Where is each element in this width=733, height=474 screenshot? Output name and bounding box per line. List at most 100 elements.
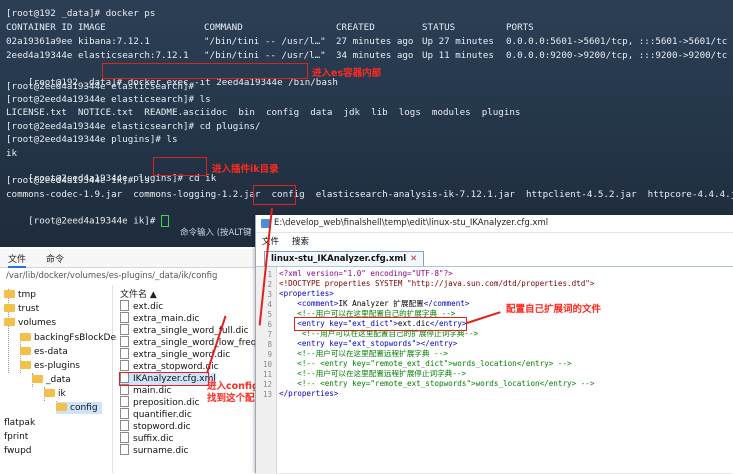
tree-item-ik[interactable]: ik <box>44 388 66 400</box>
highlight-box <box>153 157 207 176</box>
tree-label: fwupd <box>4 446 32 456</box>
code-text: IK Analyzer 扩展配置 <box>338 299 424 308</box>
terminal-line: [root@2eed4a19344e ik]# <box>6 203 169 227</box>
terminal-line: [root@2eed4a19344e plugins]# ls <box>6 134 178 145</box>
highlight-box <box>119 372 209 386</box>
code-line: <?xml version="1.0" encoding="UTF-8"?> <box>279 269 453 278</box>
code-line: </properties> <box>279 389 339 398</box>
line-number: 10 <box>262 360 272 369</box>
cell: Up 11 minutes <box>422 50 494 61</box>
code-tag: <entry key="ext_stopwords"> <box>279 339 421 348</box>
tree-connector <box>8 289 9 373</box>
terminal-table-row: 2eed4a19344e elasticsearch:7.12.1 "/bin/… <box>6 50 733 62</box>
path-bar[interactable]: /var/lib/docker/volumes/es-plugins/_data… <box>6 271 217 281</box>
editor-annotation: 配置自己扩展词的文件 <box>506 304 602 315</box>
editor-tab-label: linux-stu_IKAnalyzer.cfg.xml <box>271 254 407 264</box>
tree-item-backingfsblockdev[interactable]: backingFsBlockDe <box>20 332 116 344</box>
cell: 34 minutes ago <box>336 50 414 61</box>
col-image: IMAGE <box>78 22 106 33</box>
tab-commands[interactable]: 命令 <box>46 252 64 265</box>
file-name: extra_single_word.dic <box>133 350 231 360</box>
terminal-line: commons-codec-1.9.jar commons-logging-1.… <box>6 189 733 201</box>
editor-title: E:\develop_web\finalshell\temp\edit\linu… <box>274 218 549 228</box>
line-number: 11 <box>262 370 272 379</box>
code-tag: <comment> <box>279 299 339 308</box>
line-number: 7 <box>267 330 272 339</box>
cell: 2eed4a19344e <box>6 50 73 61</box>
cell: 02a19361a9ee <box>6 36 73 47</box>
editor-tab[interactable]: linux-stu_IKAnalyzer.cfg.xml ✕ <box>264 251 425 266</box>
menu-search[interactable]: 搜索 <box>292 235 309 247</box>
code-editor[interactable]: 1 2 3 4 5 6 7 8 9 10 11 12 13 <?xml vers… <box>256 266 733 474</box>
code-tag: </entry> <box>420 339 458 348</box>
tree-label: tmp <box>18 290 37 300</box>
line-number: 8 <box>267 340 272 349</box>
file-icon <box>120 348 129 359</box>
code-line: <properties> <box>279 289 334 298</box>
exec-annotation: 进入es容器内部 <box>312 68 382 79</box>
folder-icon <box>20 332 31 341</box>
file-name: surname.dic <box>133 446 189 456</box>
code-line: <entry key="ext_stopwords"></entry> <box>279 339 457 349</box>
tree-item-volumes[interactable]: volumes <box>4 317 56 329</box>
file-item[interactable]: extra_main.dic <box>120 312 199 325</box>
col-status: STATUS <box>422 22 456 33</box>
tab-files[interactable]: 文件 <box>8 252 27 268</box>
tree-label: backingFsBlockDe <box>34 333 116 343</box>
file-name: extra_single_word_low_freq.dic <box>133 338 273 348</box>
editor-titlebar[interactable]: E:\develop_web\finalshell\temp\edit\linu… <box>256 215 733 233</box>
terminal-table-row: 02a19361a9ee kibana:7.12.1 "/bin/tini --… <box>6 36 733 48</box>
terminal-line: [root@2eed4a19344e elasticsearch]# <box>6 81 195 92</box>
file-name: stopword.dic <box>133 422 191 432</box>
terminal-line: ik <box>6 148 18 159</box>
terminal-line: LICENSE.txt NOTICE.txt README.asciidoc b… <box>6 107 521 118</box>
file-icon <box>120 444 129 455</box>
col-container-id: CONTAINER ID <box>6 22 73 33</box>
file-name: extra_single_word_full.dic <box>133 326 249 336</box>
tree-item-trust[interactable]: trust <box>4 303 39 315</box>
code-line: <!-- <entry key="remote_ext_stopwords">w… <box>279 379 595 388</box>
terminal-panel[interactable]: [root@192 _data]# docker ps CONTAINER ID… <box>0 0 733 247</box>
tree-item-tmp[interactable]: tmp <box>4 289 36 301</box>
tree-label: ik <box>58 389 66 399</box>
editor-window: E:\develop_web\finalshell\temp\edit\linu… <box>255 215 733 474</box>
tree-item-es-plugins[interactable]: es-plugins <box>20 360 80 372</box>
file-item[interactable]: stopword.dic <box>120 420 191 433</box>
file-item[interactable]: extra_single_word_full.dic <box>120 324 249 337</box>
menu-file[interactable]: 文件 <box>262 235 279 247</box>
tree-label: flatpak <box>4 418 36 428</box>
cursor <box>160 215 169 227</box>
file-item[interactable]: surname.dic <box>120 444 189 457</box>
file-item[interactable]: quantifier.dic <box>120 408 192 421</box>
tree-item-config[interactable]: config <box>56 402 102 414</box>
file-item[interactable]: extra_single_word_low_freq.dic <box>120 336 273 349</box>
highlight-box <box>253 185 296 205</box>
file-icon <box>120 312 129 323</box>
file-panel: 文件 命令 /var/lib/docker/volumes/es-plugins… <box>0 249 283 473</box>
cell: Up 27 minutes <box>422 36 494 47</box>
folder-icon <box>20 360 31 369</box>
tree-item-fprint[interactable]: fprint <box>4 431 28 443</box>
tree-item-fwupd[interactable]: fwupd <box>4 445 32 457</box>
cell: 27 minutes ago <box>336 36 414 47</box>
tree-label: es-plugins <box>34 361 80 371</box>
command-input-hint[interactable]: 命令输入 (按ALT键 <box>180 226 252 238</box>
tree-item-data[interactable]: _data <box>32 374 71 386</box>
prompt: [root@2eed4a19344e ik]# <box>28 215 156 227</box>
col-created: CREATED <box>336 22 375 33</box>
file-panel-tabs: 文件 命令 <box>0 249 257 268</box>
file-icon <box>120 336 129 347</box>
tree-label: config <box>70 403 98 413</box>
file-item[interactable]: preposition.dic <box>120 396 199 409</box>
tree-item-es-data[interactable]: es-data <box>20 346 68 358</box>
cell: kibana:7.12.1 <box>78 36 150 47</box>
terminal-line: [root@2eed4a19344e ik]# ls <box>6 175 150 186</box>
column-header-filename[interactable]: 文件名 ▲ <box>120 287 157 300</box>
folder-icon <box>44 388 55 397</box>
tree-label: volumes <box>18 318 57 328</box>
highlight-box <box>294 317 467 331</box>
close-icon[interactable]: ✕ <box>410 254 417 264</box>
tree-label: fprint <box>4 432 29 442</box>
tree-item-flatpak[interactable]: flatpak <box>4 417 35 429</box>
terminal-table-header: CONTAINER ID IMAGE COMMAND CREATED STATU… <box>6 22 733 34</box>
